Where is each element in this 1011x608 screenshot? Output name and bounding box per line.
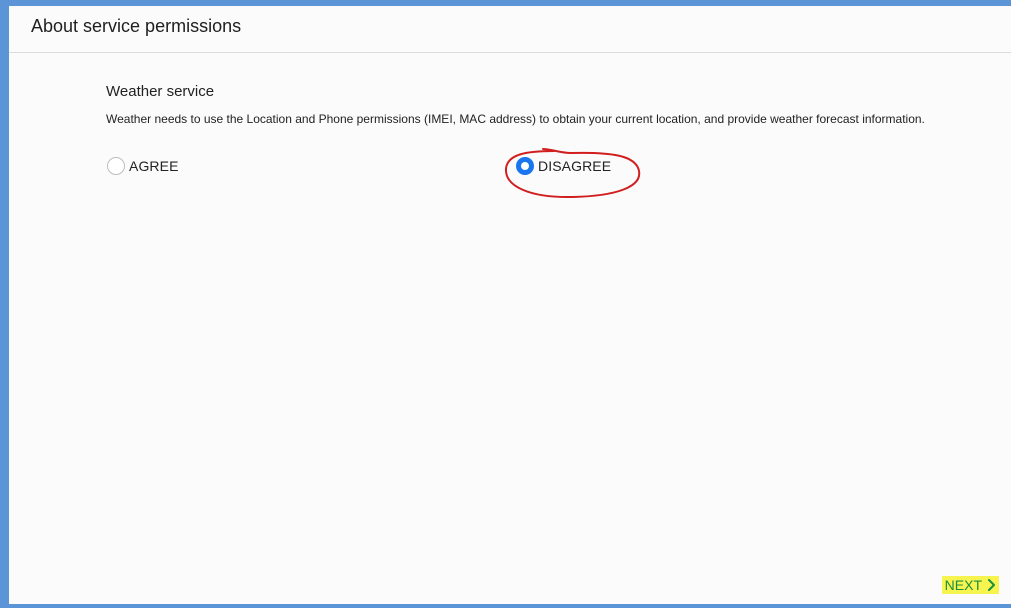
next-label: NEXT — [944, 577, 982, 593]
agree-radio[interactable] — [107, 157, 125, 175]
disagree-label: DISAGREE — [538, 158, 612, 174]
next-button[interactable]: NEXT — [941, 576, 999, 594]
page-title: About service permissions — [31, 16, 242, 36]
disagree-radio[interactable] — [516, 157, 534, 175]
service-title: Weather service — [106, 83, 215, 100]
chevron-right-icon — [988, 579, 995, 591]
agree-option[interactable]: AGREE — [107, 157, 179, 175]
app-window: About service permissions Weather servic… — [0, 0, 1011, 608]
agree-label: AGREE — [129, 158, 179, 174]
disagree-option[interactable]: DISAGREE — [516, 157, 611, 175]
service-description: Weather needs to use the Location and Ph… — [106, 112, 925, 126]
page-header: About service permissions — [9, 6, 1011, 53]
